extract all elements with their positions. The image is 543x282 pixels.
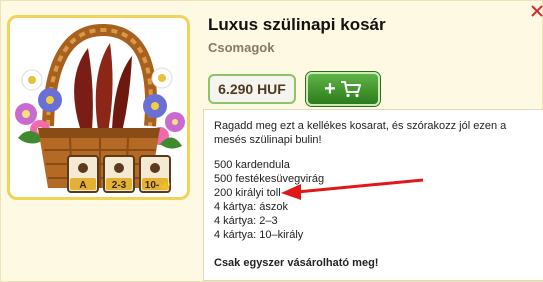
card-label: 10- bbox=[145, 180, 159, 191]
shop-item-card: A 2-3 10- Luxus szülinapi kosár Csomagok… bbox=[0, 0, 543, 282]
purchase-limit-note: Csak egyszer vásárolható meg! bbox=[214, 257, 379, 269]
product-title: Luxus szülinapi kosár bbox=[208, 15, 386, 34]
price-label: 6.290 HUF bbox=[208, 74, 296, 104]
content-item: 4 kártya: 2–3 bbox=[214, 215, 278, 227]
product-image: A 2-3 10- bbox=[7, 15, 190, 200]
red-arrow-annotation bbox=[281, 178, 424, 200]
description-intro: Ragadd meg ezt a kellékes kosarat, és sz… bbox=[214, 120, 507, 146]
plus-icon: + bbox=[324, 78, 336, 100]
card-label: 2-3 bbox=[112, 180, 127, 191]
card-label: A bbox=[79, 180, 86, 191]
close-icon[interactable] bbox=[531, 5, 543, 17]
add-to-cart-button[interactable]: + bbox=[306, 72, 380, 106]
product-category: Csomagok bbox=[208, 40, 275, 55]
gift-basket-illustration: A 2-3 10- bbox=[15, 23, 185, 193]
cart-icon bbox=[340, 81, 361, 98]
content-item: 4 kártya: 10–király bbox=[214, 229, 304, 241]
content-item: 500 kardendula bbox=[214, 159, 290, 171]
